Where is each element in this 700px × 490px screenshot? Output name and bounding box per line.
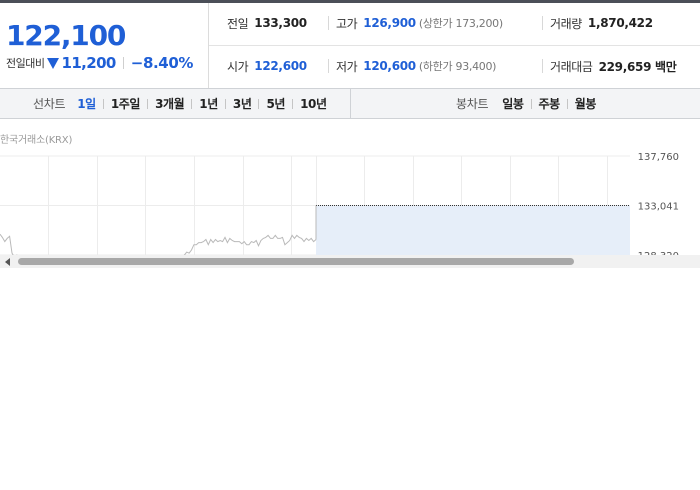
divider (122, 57, 124, 69)
divider (292, 98, 294, 109)
stat-value: 122,600 (254, 59, 307, 73)
stat-value: 229,659 백만 (598, 59, 677, 74)
stat-label: 거래량 (550, 16, 582, 31)
stat-value: 133,300 (254, 16, 307, 30)
candle-chart-tabs: 봉차트 일봉 주봉 월봉 (456, 89, 596, 118)
current-price: 122,100 (6, 19, 126, 52)
row-divider (209, 45, 700, 46)
divider (542, 59, 543, 73)
quote-summary: 122,100 전일대비 11,200 −8.40% (0, 3, 209, 88)
stats-table: 전일 133,300 고가 126,900 (상한가 173,200) 거래량 … (209, 3, 700, 88)
divider (542, 16, 543, 30)
divider (102, 98, 104, 109)
stat-low: 저가 120,600 (하한가 93,400) (336, 56, 496, 76)
stat-label: 전일 (227, 16, 249, 31)
divider (147, 98, 149, 109)
divider (566, 98, 568, 109)
stat-upper-limit: (상한가 173,200) (418, 17, 503, 30)
stat-value: 120,600 (363, 59, 416, 73)
y-axis-label: 133,041 (638, 201, 679, 212)
tab-monthly-candle[interactable]: 월봉 (575, 95, 597, 112)
change-row: 전일대비 11,200 −8.40% (6, 54, 193, 72)
stat-label: 거래대금 (550, 59, 593, 74)
tab-1day[interactable]: 1일 (77, 95, 96, 112)
stat-prev-close: 전일 133,300 (227, 13, 307, 33)
change-value: 11,200 (61, 54, 116, 72)
down-triangle-icon (47, 57, 60, 69)
divider (258, 98, 260, 109)
stat-open: 시가 122,600 (227, 56, 307, 76)
divider (530, 98, 532, 109)
stat-lower-limit: (하한가 93,400) (418, 60, 497, 73)
tab-5years[interactable]: 5년 (266, 95, 285, 112)
tab-10years[interactable]: 10년 (300, 95, 327, 112)
tabs-divider (350, 89, 351, 118)
price-chart: 한국거래소(KRX) 137,760133,041128,320 (0, 120, 700, 270)
stat-value: 126,900 (363, 16, 416, 30)
stat-turnover: 거래대금 229,659 백만 (550, 56, 677, 76)
scroll-thumb[interactable] (18, 258, 574, 265)
stat-label: 저가 (336, 59, 358, 74)
divider (328, 59, 329, 73)
tab-weekly-candle[interactable]: 주봉 (539, 95, 561, 112)
stat-high: 고가 126,900 (상한가 173,200) (336, 13, 503, 33)
scroll-left-arrow-icon[interactable] (5, 258, 10, 266)
tab-3years[interactable]: 3년 (233, 95, 252, 112)
change-label: 전일대비 (6, 57, 45, 70)
y-axis-label: 137,760 (638, 152, 679, 163)
line-chart-label: 선차트 (33, 97, 66, 111)
candle-chart-label: 봉차트 (456, 97, 489, 111)
line-chart-tabs: 선차트 1일 1주일 3개월 1년 3년 5년 10년 (33, 89, 327, 118)
tab-1week[interactable]: 1주일 (111, 95, 141, 112)
tab-1year[interactable]: 1년 (199, 95, 218, 112)
chart-scrollbar[interactable] (0, 255, 700, 268)
tab-daily-candle[interactable]: 일봉 (502, 95, 524, 112)
divider (328, 16, 329, 30)
stat-label: 고가 (336, 16, 358, 31)
divider (191, 98, 193, 109)
tab-3months[interactable]: 3개월 (155, 95, 185, 112)
divider (224, 98, 226, 109)
stat-volume: 거래량 1,870,422 (550, 13, 653, 33)
chart-canvas: 137,760133,041128,320 (0, 152, 679, 262)
change-percent: −8.40% (130, 54, 194, 72)
chart-tabs-bar: 선차트 1일 1주일 3개월 1년 3년 5년 10년 봉차트 일봉 주봉 월봉 (0, 88, 700, 119)
stat-value: 1,870,422 (587, 16, 653, 30)
stat-label: 시가 (227, 59, 249, 74)
